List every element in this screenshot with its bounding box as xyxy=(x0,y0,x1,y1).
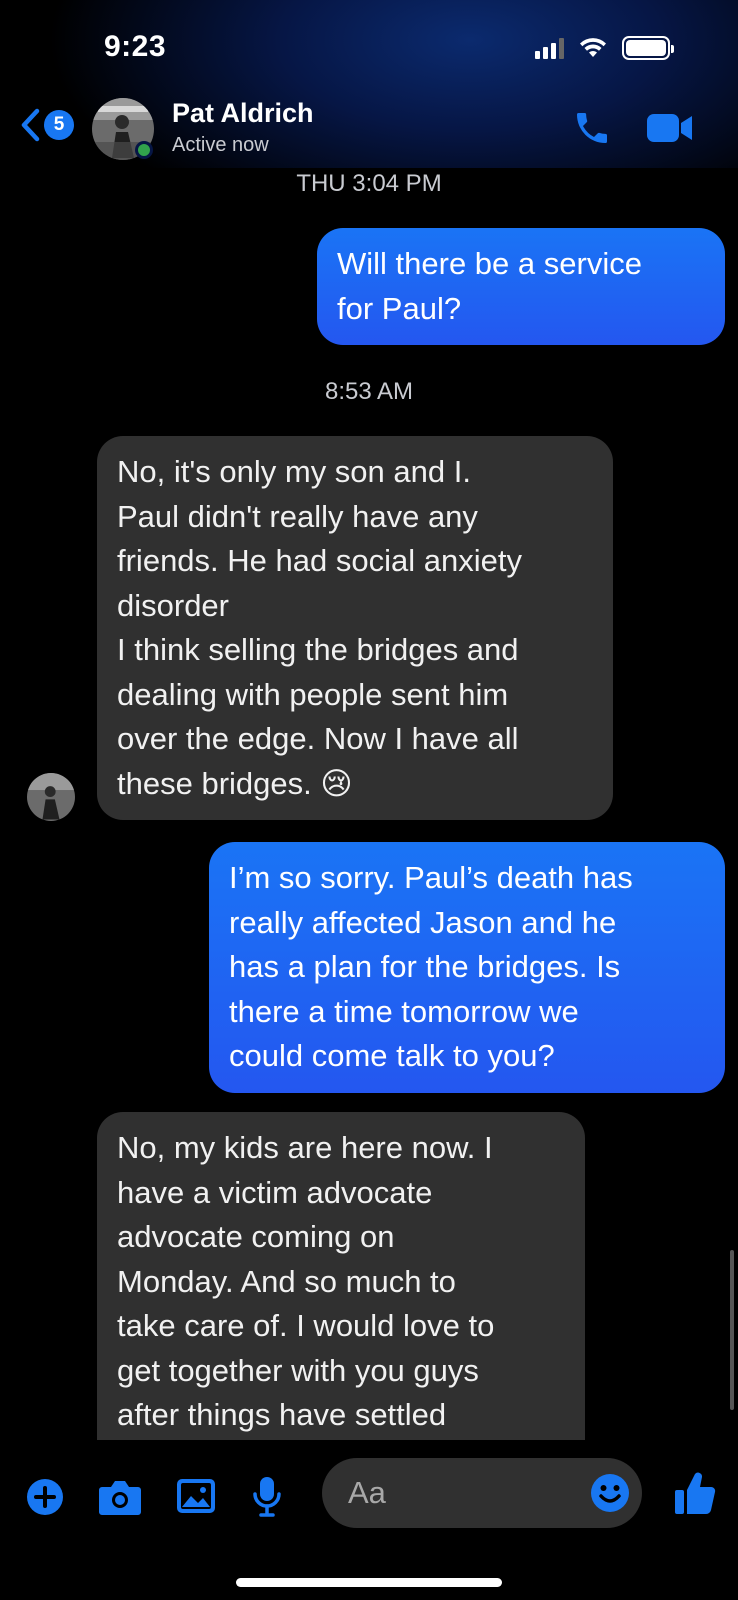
message-line: advocate coming on xyxy=(117,1219,395,1254)
message-line: friends. He had social anxiety xyxy=(117,543,522,578)
active-status: Active now xyxy=(172,134,269,156)
back-button[interactable]: 5 xyxy=(20,108,74,142)
message-line: for Paul? xyxy=(337,290,462,326)
plus-icon xyxy=(27,1479,63,1515)
chat-header: 9:23 5 Pat Aldrich Active now xyxy=(0,0,738,168)
home-indicator[interactable] xyxy=(236,1578,502,1587)
thumbs-up-icon xyxy=(675,1472,716,1515)
message-input-box[interactable] xyxy=(322,1458,642,1528)
message-line: get together with you guys xyxy=(117,1352,479,1388)
message-line: really affected Jason and he xyxy=(229,904,617,940)
timestamp: 8:53 AM xyxy=(324,378,414,405)
video-camera-icon xyxy=(647,114,692,142)
message-line: No, it's only my son and I. xyxy=(117,454,471,489)
emoji-icon xyxy=(591,1474,629,1512)
message-line: Will there be a service xyxy=(337,246,642,281)
message-line: dealing with people sent him xyxy=(117,676,509,712)
unread-badge: 5 xyxy=(44,110,74,140)
like-button[interactable] xyxy=(674,1470,716,1521)
message-incoming[interactable]: No, my kids are here now. I have a victi… xyxy=(97,1112,585,1452)
back-chevron-icon xyxy=(21,108,40,142)
message-line: No, my kids are here now. I xyxy=(117,1130,493,1165)
message-line: I think selling the bridges and xyxy=(117,632,519,667)
online-indicator xyxy=(135,141,153,159)
plus-button[interactable] xyxy=(26,1478,64,1521)
message-incoming[interactable]: No, it's only my son and I. Paul didn't … xyxy=(97,436,613,820)
message-outgoing[interactable]: Will there be a service for Paul? xyxy=(317,228,725,345)
phone-icon xyxy=(577,113,607,143)
call-button[interactable] xyxy=(572,108,612,153)
message-line: has a plan for the bridges. Is xyxy=(229,949,621,984)
message-input[interactable] xyxy=(348,1474,568,1512)
wifi-icon xyxy=(580,38,606,57)
emoji-button[interactable] xyxy=(590,1473,630,1518)
message-line: after things have settled xyxy=(117,1397,447,1432)
scrollbar[interactable] xyxy=(730,1250,734,1410)
battery-icon xyxy=(622,36,674,60)
contact-name[interactable]: Pat Aldrich xyxy=(172,98,314,129)
message-line: could come talk to you? xyxy=(229,1038,555,1073)
timestamp: THU 3:04 PM xyxy=(296,170,442,197)
voice-button[interactable] xyxy=(252,1476,282,1523)
gallery-icon xyxy=(177,1479,215,1513)
status-icons xyxy=(535,36,674,60)
message-outgoing[interactable]: I’m so sorry. Paul’s death has really af… xyxy=(209,842,725,1093)
message-line: take care of. I would love to xyxy=(117,1308,495,1343)
signal-icon xyxy=(535,37,564,59)
camera-icon xyxy=(99,1481,141,1515)
message-line: there a time tomorrow we xyxy=(229,993,579,1029)
camera-button[interactable] xyxy=(98,1478,142,1521)
gallery-button[interactable] xyxy=(176,1478,216,1519)
video-call-button[interactable] xyxy=(646,112,694,149)
message-line: disorder xyxy=(117,587,229,623)
message-line: Monday. And so much to xyxy=(117,1263,456,1299)
message-line: I’m so sorry. Paul’s death has xyxy=(229,860,633,895)
message-line: over the edge. Now I have all xyxy=(117,721,519,756)
sender-avatar[interactable] xyxy=(27,773,75,821)
message-line: have a victim advocate xyxy=(117,1174,433,1210)
message-line: these bridges. 😢 xyxy=(117,765,353,801)
status-time: 9:23 xyxy=(104,30,167,63)
microphone-icon xyxy=(253,1477,281,1517)
message-line: Paul didn't really have any xyxy=(117,498,478,534)
